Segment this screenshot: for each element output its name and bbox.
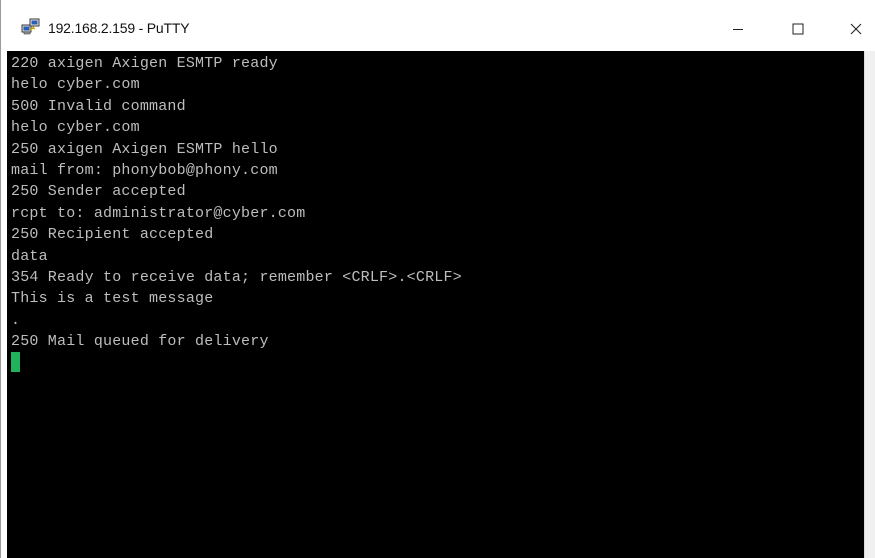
terminal-line: rcpt to: administrator@cyber.com (11, 204, 306, 222)
terminal-line: helo cyber.com (11, 76, 140, 94)
terminal-output: 220 axigen Axigen ESMTP ready helo cyber… (11, 53, 462, 374)
terminal-cursor-line (11, 352, 462, 373)
maximize-icon (792, 23, 804, 35)
terminal-line: This is a test message (11, 290, 214, 308)
minimize-icon (733, 29, 743, 30)
terminal-line: 500 Invalid command (11, 97, 186, 115)
minimize-button[interactable] (715, 10, 761, 48)
terminal-line: 250 Sender accepted (11, 183, 186, 201)
terminal-line: 250 Recipient accepted (11, 226, 214, 244)
maximize-button[interactable] (775, 10, 821, 48)
terminal-line: 220 axigen Axigen ESMTP ready (11, 55, 278, 72)
vertical-scrollbar[interactable] (864, 51, 875, 558)
putty-window: 192.168.2.159 - PuTTY 220 axigen Axigen … (0, 0, 875, 558)
title-bar[interactable]: 192.168.2.159 - PuTTY (1, 0, 875, 49)
terminal-line: 250 axigen Axigen ESMTP hello (11, 140, 278, 158)
window-title: 192.168.2.159 - PuTTY (48, 20, 190, 36)
terminal-line: 250 Mail queued for delivery (11, 333, 269, 351)
terminal-line: helo cyber.com (11, 119, 140, 137)
terminal-line: 354 Ready to receive data; remember <CRL… (11, 268, 462, 286)
close-button[interactable] (833, 10, 875, 48)
close-icon (850, 23, 862, 35)
putty-computers-icon[interactable] (21, 18, 41, 36)
terminal-cursor (11, 352, 20, 373)
terminal-line: . (11, 311, 21, 329)
terminal-screen[interactable]: 220 axigen Axigen ESMTP ready helo cyber… (7, 51, 864, 558)
terminal-line: mail from: phonybob@phony.com (11, 161, 278, 179)
terminal-line: data (11, 247, 48, 265)
